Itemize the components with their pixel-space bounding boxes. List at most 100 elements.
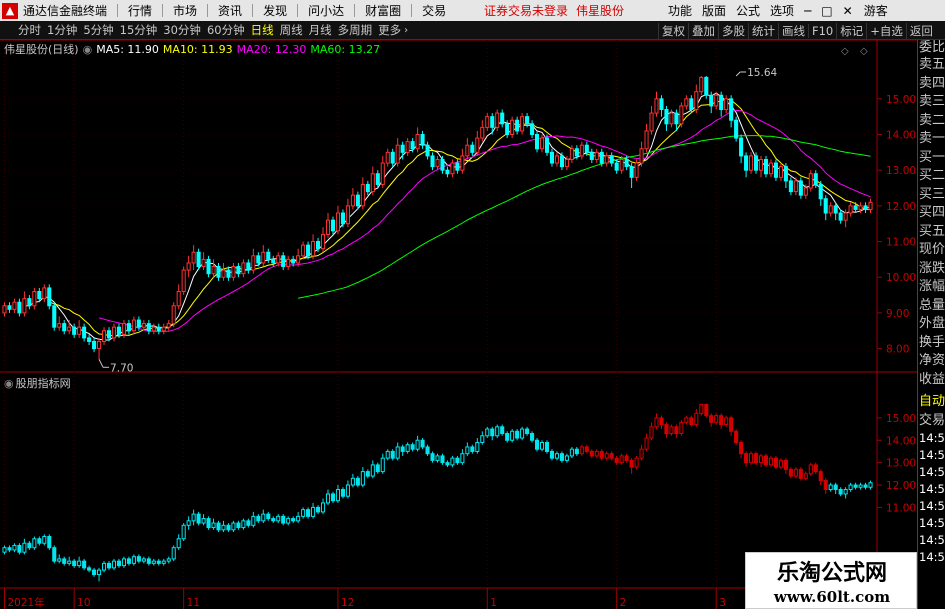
price-candle xyxy=(22,298,27,314)
period-fenshi[interactable]: 分时 xyxy=(0,22,44,38)
indicator-candle xyxy=(271,518,276,522)
indicator-candle xyxy=(97,569,102,576)
price-candle xyxy=(141,323,146,328)
price-candle xyxy=(724,98,729,111)
menu-hangqing[interactable]: 行情 xyxy=(120,2,160,19)
quote-row: 卖一 xyxy=(919,131,945,146)
period-more[interactable]: 更多 xyxy=(375,22,404,38)
period-weekly[interactable]: 周线 xyxy=(277,22,306,38)
period-1min[interactable]: 1分钟 xyxy=(44,22,80,38)
indicator-candle xyxy=(644,437,649,450)
settings-circle-icon[interactable]: ◉ xyxy=(4,377,14,390)
indicator-candle xyxy=(325,493,331,504)
btn-fanhui[interactable]: 返回 xyxy=(905,22,936,39)
period-monthly[interactable]: 月线 xyxy=(306,22,335,38)
indicator-candle xyxy=(699,403,704,414)
period-60min[interactable]: 60分钟 xyxy=(204,22,248,38)
menu-shichang[interactable]: 市场 xyxy=(165,2,205,19)
price-candle xyxy=(758,158,764,171)
period-toolbar: 分时 1分钟 5分钟 15分钟 30分钟 60分钟 日线 周线 月线 多周期 更… xyxy=(0,21,945,40)
price-candle xyxy=(196,251,201,268)
indicator-candle xyxy=(311,506,316,517)
menu-faxian[interactable]: 发现 xyxy=(255,2,295,19)
indicator-candle xyxy=(281,515,286,524)
indicator-candle xyxy=(216,522,221,531)
close-icon[interactable]: ✕ xyxy=(838,4,858,18)
kline-chart[interactable]: 8.009.0010.0011.0012.0013.0014.0015.0011… xyxy=(0,40,917,609)
settings-circle-icon[interactable]: ◉ xyxy=(83,43,93,56)
quote-row: 换手 xyxy=(919,334,945,350)
trade-time: 14:56 xyxy=(919,465,945,479)
auto-label[interactable]: 自动 xyxy=(918,393,945,412)
menu-xuanxiang[interactable]: 选项 xyxy=(765,2,799,19)
period-30min[interactable]: 30分钟 xyxy=(160,22,204,38)
price-candle xyxy=(42,287,47,300)
indicator-candle xyxy=(291,518,296,522)
period-15min[interactable]: 15分钟 xyxy=(117,22,161,38)
x-tick-label: 3 xyxy=(719,597,726,609)
btn-duogu[interactable]: 多股 xyxy=(718,22,748,39)
price-candle xyxy=(768,162,774,175)
price-candle xyxy=(808,173,813,189)
indicator-candle xyxy=(67,560,72,564)
price-candle xyxy=(206,258,211,275)
indicator-candle xyxy=(82,560,87,569)
menu-gongneng[interactable]: 功能 xyxy=(663,2,697,19)
price-candle xyxy=(126,323,131,332)
price-candle xyxy=(510,119,515,135)
minimize-icon[interactable]: ─ xyxy=(799,4,816,18)
btn-fuquan[interactable]: 复权 xyxy=(658,22,688,39)
price-candle xyxy=(584,144,589,153)
price-candle xyxy=(311,241,316,257)
price-candle xyxy=(236,266,241,275)
period-daily[interactable]: 日线 xyxy=(248,22,277,38)
menu-gongshi[interactable]: 公式 xyxy=(731,2,765,19)
price-candle xyxy=(425,144,430,157)
y-tick-label: 14.00 xyxy=(886,435,916,447)
indicator-candle xyxy=(450,457,455,466)
indicator-candle xyxy=(425,446,430,455)
btn-huaxian[interactable]: 画线 xyxy=(778,22,808,39)
chevron-right-icon[interactable]: › xyxy=(404,25,408,36)
price-candle xyxy=(709,94,714,107)
indicator-candle xyxy=(574,448,579,455)
btn-add-watchlist[interactable]: +自选 xyxy=(866,22,906,39)
login-status[interactable]: 证券交易未登录 xyxy=(480,2,572,19)
menu-jiaoyi[interactable]: 交易 xyxy=(414,2,454,19)
price-candle xyxy=(296,255,301,264)
indicator-candle xyxy=(440,455,445,464)
indicator-candle xyxy=(330,493,336,502)
user-label[interactable]: 游客 xyxy=(858,2,894,19)
price-candle xyxy=(201,258,206,268)
btn-f10[interactable]: F10 xyxy=(808,23,836,38)
price-candle xyxy=(52,305,57,328)
indicator-candle xyxy=(649,426,654,439)
price-candle xyxy=(634,162,639,178)
trade-time-list: 14:56 14:56 14:56 14:56 14:56 14:56 14:56 14:56 xyxy=(918,430,945,566)
collapse-icon[interactable]: ◇ xyxy=(841,46,849,57)
menu-wenxiaoda[interactable]: 问小达 xyxy=(300,2,352,19)
restore-icon[interactable]: □ xyxy=(816,4,837,18)
indicator-candle xyxy=(858,484,863,488)
price-candle xyxy=(306,244,311,257)
expand-icon[interactable]: ◇ xyxy=(860,46,868,57)
btn-biaoji[interactable]: 标记 xyxy=(836,22,866,39)
period-5min[interactable]: 5分钟 xyxy=(80,22,116,38)
indicator-candle xyxy=(236,522,241,529)
indicator-candle xyxy=(126,558,131,564)
price-candle xyxy=(430,155,435,168)
period-multi[interactable]: 多周期 xyxy=(335,22,376,38)
trade-time: 14:56 xyxy=(919,550,945,564)
btn-diejia[interactable]: 叠加 xyxy=(688,22,718,39)
trade-label[interactable]: 交易 xyxy=(918,412,945,431)
menu-banmian[interactable]: 版面 xyxy=(697,2,731,19)
price-candle xyxy=(106,330,112,339)
indicator-candle xyxy=(539,441,545,450)
indicator-candle xyxy=(191,513,196,522)
price-candle xyxy=(823,198,828,214)
btn-tongji[interactable]: 统计 xyxy=(748,22,778,39)
menu-caifuquan[interactable]: 财富圈 xyxy=(357,2,409,19)
price-annotation: 7.70 xyxy=(110,362,133,374)
indicator-candle xyxy=(430,453,435,461)
menu-zixun[interactable]: 资讯 xyxy=(210,2,250,19)
